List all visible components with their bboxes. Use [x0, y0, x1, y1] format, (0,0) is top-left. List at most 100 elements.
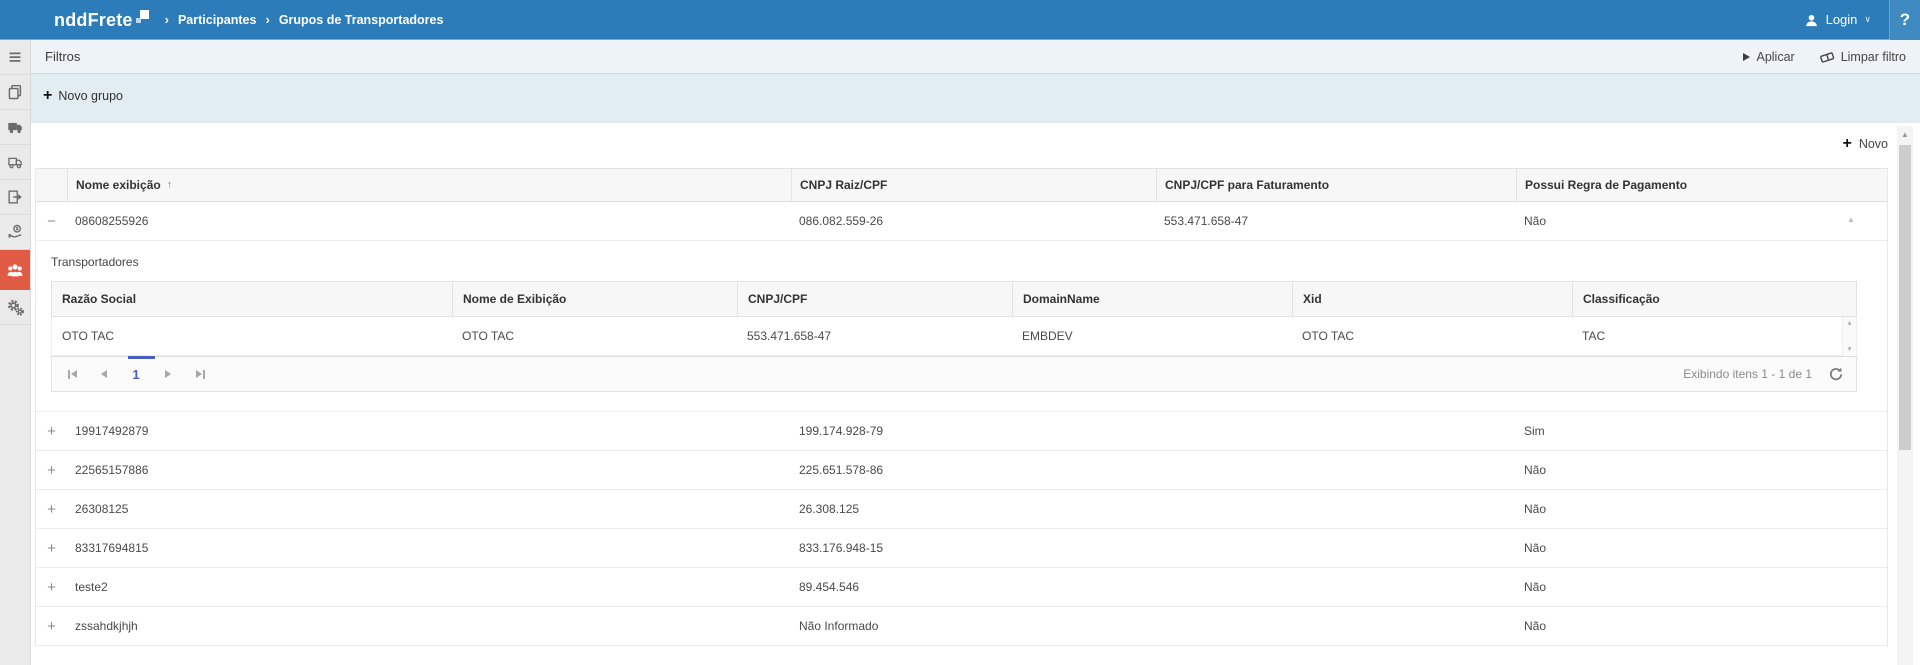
clear-filter-button[interactable]: Limpar filtro — [1819, 50, 1906, 64]
subgrid-pager: 1 Exibindo itens 1 - 1 de 1 — [51, 356, 1857, 392]
sidebar-item-document-export[interactable] — [0, 180, 30, 215]
subcolumn-label: DomainName — [1023, 292, 1100, 306]
cell-possui-regra: Não — [1516, 463, 1887, 477]
subcolumn-label: Xid — [1303, 292, 1322, 306]
last-page-button[interactable] — [184, 357, 216, 391]
subcolumn-classificacao[interactable]: Classificação — [1572, 282, 1842, 316]
sidebar-item-settings[interactable] — [0, 290, 30, 325]
hamburger-menu-icon — [6, 48, 24, 66]
column-header-nome-exibicao[interactable]: Nome exibição ↑ — [67, 169, 791, 201]
topbar-right: Login ∨ ? — [1786, 0, 1920, 39]
expand-icon[interactable]: + — [36, 502, 67, 517]
breadcrumb-item-grupos[interactable]: Grupos de Transportadores — [279, 13, 444, 27]
cell-possui-regra: Não — [1516, 541, 1887, 555]
new-button-label: Novo — [1859, 137, 1888, 151]
sidebar-item-menu[interactable] — [0, 40, 30, 75]
scroll-up-icon[interactable]: ▲ — [1846, 320, 1853, 327]
expand-icon[interactable]: + — [36, 424, 67, 439]
expand-icon[interactable]: + — [36, 463, 67, 478]
cell-cnpj-raiz: 086.082.559-26 — [791, 214, 1156, 228]
cell-cnpj-raiz: 26.308.125 — [791, 502, 1156, 516]
column-header-label: CNPJ Raiz/CPF — [800, 178, 887, 192]
pager-status: Exibindo itens 1 - 1 de 1 — [1683, 366, 1856, 382]
cell-possui-regra: Sim — [1516, 424, 1887, 438]
subgrid-row[interactable]: OTO TAC OTO TAC 553.471.658-47 EMBDEV OT… — [52, 317, 1842, 356]
expand-icon[interactable]: + — [36, 541, 67, 556]
cell-cnpj-raiz: 199.174.928-79 — [791, 424, 1156, 438]
column-header-cnpj-raiz[interactable]: CNPJ Raiz/CPF — [791, 169, 1156, 201]
filters-panel: + Novo grupo — [31, 74, 1920, 123]
column-header-label: CNPJ/CPF para Faturamento — [1165, 178, 1329, 192]
apply-filter-button[interactable]: Aplicar — [1743, 50, 1794, 64]
sidebar — [0, 40, 31, 665]
subgrid-scrollbar[interactable]: ▲ ▼ — [1842, 317, 1856, 356]
sidebar-item-payment[interactable] — [0, 215, 30, 250]
cell-nome-exibicao: 19917492879 — [67, 424, 791, 438]
subcolumn-razao-social[interactable]: Razão Social — [52, 282, 452, 316]
grid-scroll-up-icon[interactable]: ▲ — [1843, 215, 1859, 224]
login-button[interactable]: Login ∨ — [1786, 0, 1889, 39]
column-header-label: Nome exibição — [76, 178, 161, 192]
cell-nome-exibicao: 08608255926 — [67, 214, 791, 228]
sidebar-item-truck-delivery[interactable] — [0, 145, 30, 180]
table-row[interactable]: + 83317694815 833.176.948-15 Não — [36, 529, 1887, 568]
row-detail-panel: Transportadores Razão Social Nome de Exi… — [36, 241, 1887, 412]
breadcrumb: › Participantes › Grupos de Transportado… — [165, 12, 444, 27]
column-header-possui-regra[interactable]: Possui Regra de Pagamento — [1516, 169, 1887, 201]
expand-icon[interactable]: + — [36, 619, 67, 634]
table-row[interactable]: + 19917492879 199.174.928-79 Sim — [36, 412, 1887, 451]
documents-icon — [6, 83, 24, 101]
ndd-logo-mark-icon — [136, 10, 151, 27]
subcolumn-xid[interactable]: Xid — [1292, 282, 1572, 316]
table-row[interactable]: + 22565157886 225.651.578-86 Não — [36, 451, 1887, 490]
app-root: nddFrete › Participantes › Grupos de Tra… — [0, 0, 1920, 665]
plus-icon: + — [1842, 137, 1851, 151]
first-page-button[interactable] — [56, 357, 88, 391]
new-button[interactable]: + Novo — [1842, 137, 1888, 151]
app-logo[interactable]: nddFrete — [54, 10, 151, 30]
filters-title: Filtros — [45, 49, 80, 64]
breadcrumb-chevron-icon: › — [165, 12, 169, 27]
sidebar-item-carrier-groups[interactable] — [0, 250, 30, 290]
subcell-razao-social: OTO TAC — [52, 329, 452, 343]
pager-status-text: Exibindo itens 1 - 1 de 1 — [1683, 367, 1812, 381]
cell-cnpj-raiz: 833.176.948-15 — [791, 541, 1156, 555]
people-group-icon — [5, 261, 25, 280]
cell-possui-regra: Não — [1516, 502, 1887, 516]
main-content: + Novo Nome exibição ↑ CNPJ Raiz/CPF CNP… — [31, 123, 1920, 665]
delivery-truck-icon — [6, 153, 25, 171]
cell-nome-exibicao: 83317694815 — [67, 541, 791, 555]
table-row[interactable]: + zssahdkjhjh Não Informado Não — [36, 607, 1887, 646]
column-header-cnpj-faturamento[interactable]: CNPJ/CPF para Faturamento — [1156, 169, 1516, 201]
table-row[interactable]: + teste2 89.454.546 Não — [36, 568, 1887, 607]
chevron-down-icon: ∨ — [1864, 14, 1871, 25]
subcolumn-cnpj-cpf[interactable]: CNPJ/CPF — [737, 282, 1012, 316]
clear-filter-label: Limpar filtro — [1841, 50, 1906, 64]
previous-page-button[interactable] — [88, 357, 120, 391]
table-row[interactable]: − 08608255926 086.082.559-26 553.471.658… — [36, 202, 1887, 241]
subcolumn-nome-exibicao[interactable]: Nome de Exibição — [452, 282, 737, 316]
next-page-button[interactable] — [152, 357, 184, 391]
user-icon — [1804, 13, 1819, 27]
new-group-button[interactable]: + Novo grupo — [43, 89, 123, 103]
cell-possui-regra: Não — [1516, 214, 1887, 228]
eraser-icon — [1819, 50, 1835, 64]
vertical-scrollbar[interactable]: ▲ — [1897, 126, 1913, 665]
money-hand-icon — [6, 223, 25, 241]
page-number[interactable]: 1 — [120, 367, 152, 382]
scrollbar-thumb[interactable] — [1899, 145, 1911, 450]
apply-filter-label: Aplicar — [1756, 50, 1794, 64]
refresh-icon[interactable] — [1828, 366, 1844, 382]
table-row[interactable]: + 26308125 26.308.125 Não — [36, 490, 1887, 529]
subcolumn-domainname[interactable]: DomainName — [1012, 282, 1292, 316]
scroll-up-icon[interactable]: ▲ — [1897, 130, 1913, 139]
subcolumn-label: Nome de Exibição — [463, 292, 566, 306]
collapse-icon[interactable]: − — [36, 214, 67, 229]
sidebar-item-documents[interactable] — [0, 75, 30, 110]
transportadores-grid: Razão Social Nome de Exibição CNPJ/CPF D… — [51, 281, 1857, 392]
help-button[interactable]: ? — [1890, 0, 1920, 40]
breadcrumb-item-participantes[interactable]: Participantes — [178, 13, 257, 27]
sidebar-item-truck[interactable] — [0, 110, 30, 145]
scroll-down-icon[interactable]: ▼ — [1846, 346, 1853, 353]
expand-icon[interactable]: + — [36, 580, 67, 595]
